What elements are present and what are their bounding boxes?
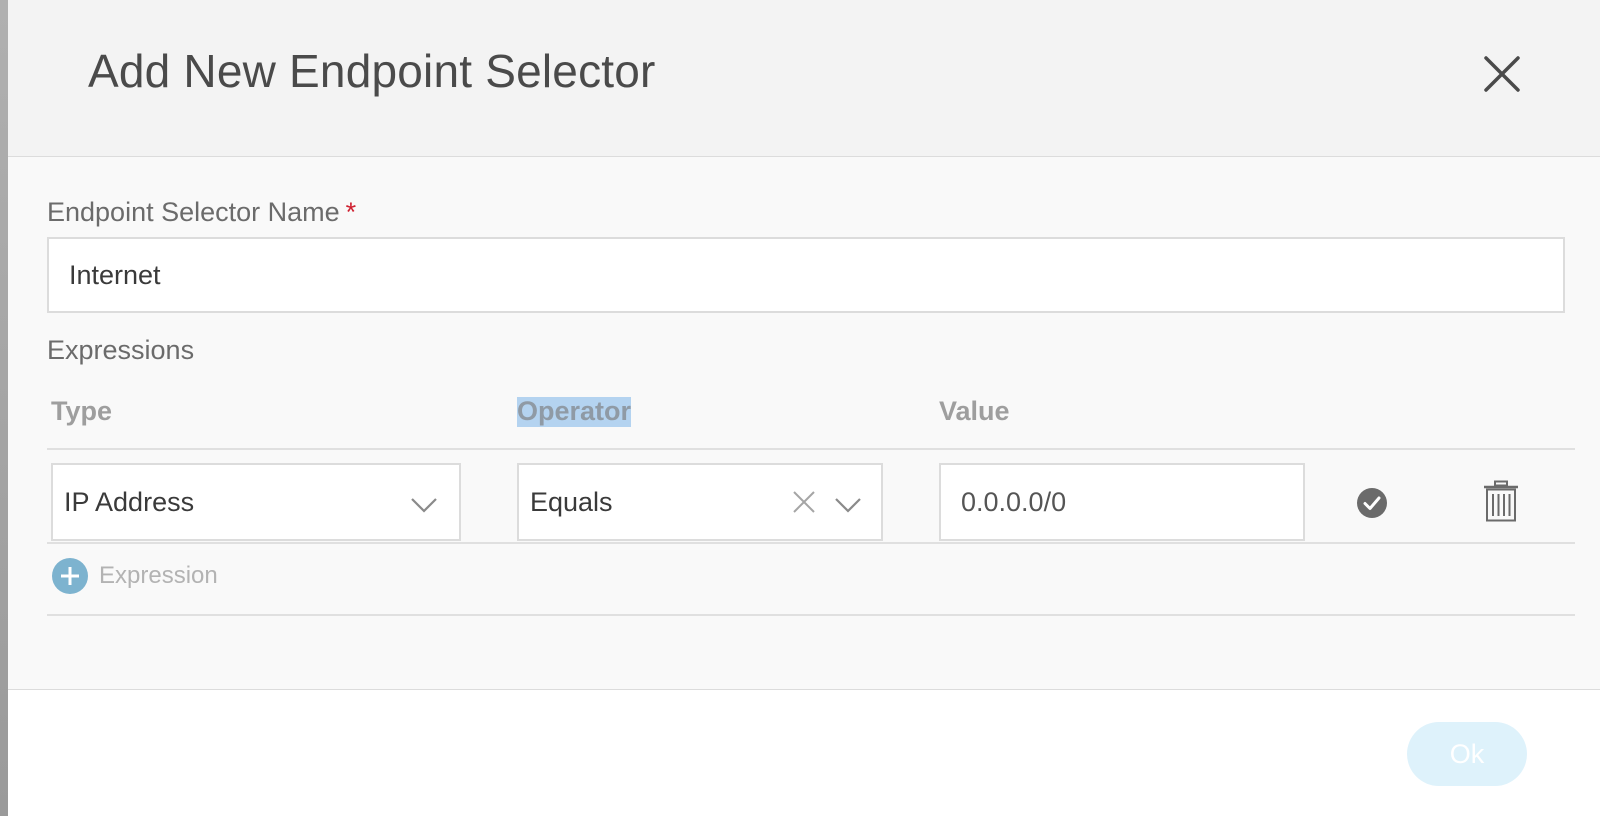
- close-icon: [1484, 56, 1520, 92]
- trash-icon[interactable]: [1482, 480, 1520, 522]
- column-header-type: Type: [51, 396, 113, 426]
- modal-body: Endpoint Selector Name* Expressions Type…: [8, 157, 1600, 690]
- modal-title: Add New Endpoint Selector: [88, 45, 656, 97]
- type-select-value: IP Address: [64, 487, 195, 517]
- expression-value-input[interactable]: [939, 463, 1305, 541]
- chevron-down-icon: [411, 498, 437, 513]
- name-field-label: Endpoint Selector Name *: [47, 197, 356, 228]
- row-divider: [47, 542, 1575, 544]
- page-backdrop: [0, 0, 8, 816]
- endpoint-selector-modal: Add New Endpoint Selector Endpoint Selec…: [8, 0, 1600, 816]
- column-header-operator: Operator: [517, 396, 632, 427]
- plus-circle-icon: [52, 558, 88, 594]
- name-field-label-text: Endpoint Selector Name: [47, 197, 340, 227]
- type-select[interactable]: IP Address: [51, 463, 461, 541]
- required-marker: *: [345, 197, 357, 227]
- expressions-section-label: Expressions: [47, 335, 195, 365]
- clear-icon[interactable]: [791, 489, 817, 515]
- column-header-value: Value: [939, 396, 1010, 426]
- close-button[interactable]: [1478, 50, 1526, 98]
- operator-select[interactable]: Equals: [517, 463, 883, 541]
- modal-header: Add New Endpoint Selector: [8, 0, 1600, 157]
- add-divider: [47, 614, 1575, 616]
- check-circle-icon[interactable]: [1356, 487, 1388, 519]
- operator-select-value: Equals: [530, 487, 613, 517]
- ok-button[interactable]: Ok: [1407, 722, 1527, 786]
- endpoint-selector-name-input[interactable]: [47, 237, 1565, 313]
- chevron-down-icon: [835, 498, 861, 513]
- header-divider: [47, 448, 1575, 450]
- add-expression-button[interactable]: Expression: [52, 557, 218, 595]
- add-expression-label: Expression: [99, 562, 218, 589]
